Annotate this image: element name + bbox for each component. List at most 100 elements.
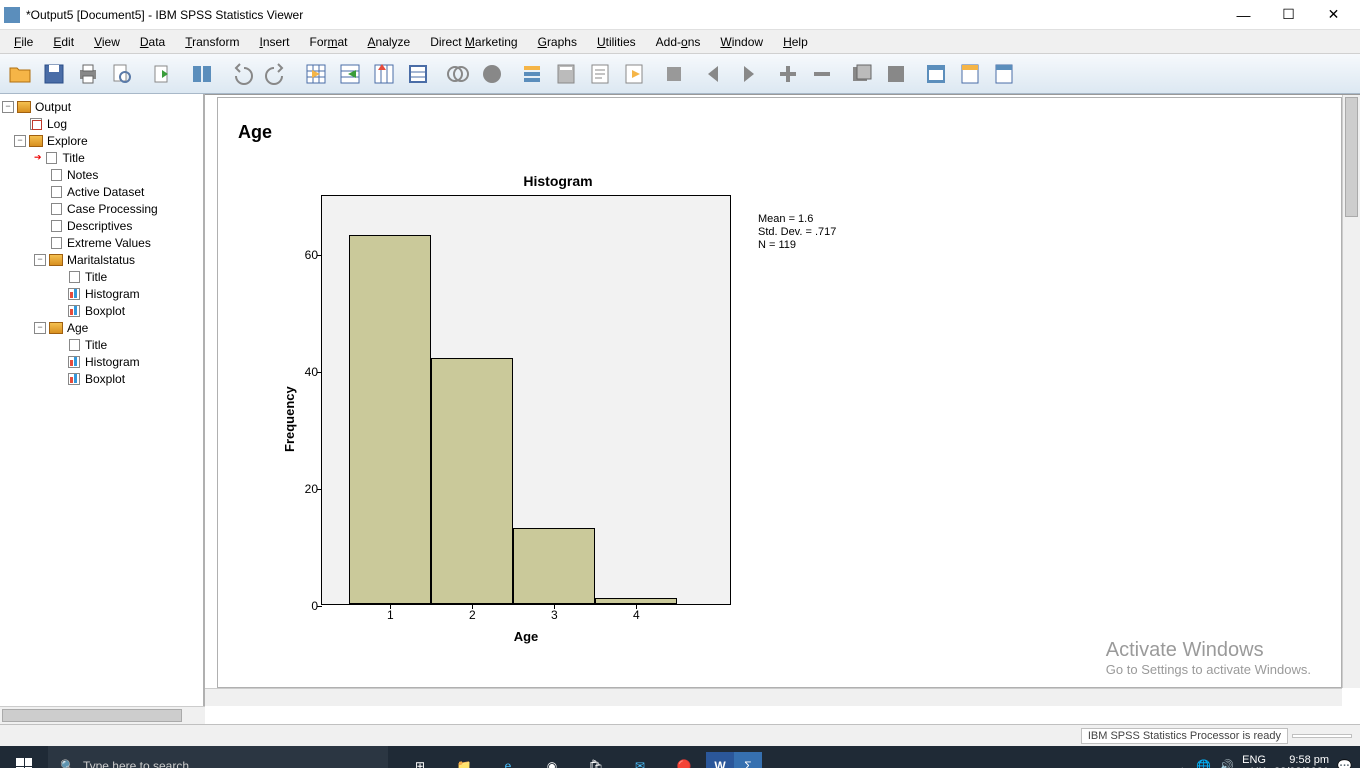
store-icon[interactable]: 🛍 bbox=[574, 746, 618, 768]
minimize-button[interactable]: ― bbox=[1221, 0, 1266, 29]
tree-explore[interactable]: −Explore bbox=[2, 132, 201, 149]
tree-marital-title[interactable]: Title bbox=[2, 268, 201, 285]
arrow-right-icon[interactable] bbox=[732, 58, 764, 90]
close-button[interactable]: ✕ bbox=[1311, 0, 1356, 29]
designate-window-icon[interactable] bbox=[846, 58, 878, 90]
menu-insert[interactable]: Insert bbox=[249, 32, 299, 52]
tree-age-title[interactable]: Title bbox=[2, 336, 201, 353]
output-icon[interactable] bbox=[988, 58, 1020, 90]
menu-view[interactable]: View bbox=[84, 32, 130, 52]
tree-marital-boxplot[interactable]: Boxplot bbox=[2, 302, 201, 319]
tree-age[interactable]: −Age bbox=[2, 319, 201, 336]
run-icon[interactable] bbox=[618, 58, 650, 90]
titlebar: *Output5 [Document5] - IBM SPSS Statisti… bbox=[0, 0, 1360, 30]
menu-utilities[interactable]: Utilities bbox=[587, 32, 646, 52]
goto-variable-icon[interactable] bbox=[368, 58, 400, 90]
tray-chevron-icon[interactable]: ︿ bbox=[1176, 758, 1188, 768]
associate-icon[interactable] bbox=[880, 58, 912, 90]
menu-edit[interactable]: Edit bbox=[43, 32, 84, 52]
tree-explore-caseprocessing[interactable]: Case Processing bbox=[2, 200, 201, 217]
tree-explore-activedataset[interactable]: Active Dataset bbox=[2, 183, 201, 200]
task-view-icon[interactable]: ⊞ bbox=[398, 746, 442, 768]
main-area: −Output Log −Explore ➔Title Notes Active… bbox=[0, 94, 1360, 706]
menu-help[interactable]: Help bbox=[773, 32, 818, 52]
edge-icon[interactable]: e bbox=[486, 746, 530, 768]
mail-icon[interactable]: ✉ bbox=[618, 746, 662, 768]
minus-icon[interactable] bbox=[806, 58, 838, 90]
goto-case-icon[interactable] bbox=[334, 58, 366, 90]
export-icon[interactable] bbox=[146, 58, 178, 90]
windows-taskbar: 🔍 Type here to search ⊞ 📁 e ◉ 🛍 ✉ 🔴 W Σ … bbox=[0, 746, 1360, 768]
syntax-icon[interactable] bbox=[954, 58, 986, 90]
app1-icon[interactable]: 🔴 bbox=[662, 746, 706, 768]
output-page[interactable]: Age Histogram Frequency 12340204060 Age … bbox=[217, 97, 1342, 688]
notifications-icon[interactable]: 💬 bbox=[1337, 759, 1352, 768]
tree-age-histogram[interactable]: Histogram bbox=[2, 353, 201, 370]
menu-direct-marketing[interactable]: Direct Marketing bbox=[420, 32, 527, 52]
word-icon[interactable]: W bbox=[706, 752, 734, 768]
insert-text-icon[interactable] bbox=[584, 58, 616, 90]
goto-data-icon[interactable] bbox=[300, 58, 332, 90]
x-axis-label: Age bbox=[321, 629, 731, 644]
tree-explore-title[interactable]: ➔Title bbox=[2, 149, 201, 166]
tree-maritalstatus[interactable]: −Maritalstatus bbox=[2, 251, 201, 268]
menu-format[interactable]: Format bbox=[300, 32, 358, 52]
network-icon[interactable]: 🌐 bbox=[1196, 759, 1211, 768]
preview-icon[interactable] bbox=[106, 58, 138, 90]
search-placeholder: Type here to search bbox=[83, 759, 189, 768]
open-icon[interactable] bbox=[4, 58, 36, 90]
tree-age-boxplot[interactable]: Boxplot bbox=[2, 370, 201, 387]
arrow-left-icon[interactable] bbox=[698, 58, 730, 90]
menu-transform[interactable]: Transform bbox=[175, 32, 249, 52]
taskbar-search[interactable]: 🔍 Type here to search bbox=[48, 746, 388, 768]
statusbar: IBM SPSS Statistics Processor is ready bbox=[0, 724, 1360, 746]
chrome-icon[interactable]: ◉ bbox=[530, 746, 574, 768]
variables-icon[interactable] bbox=[402, 58, 434, 90]
weight-icon[interactable] bbox=[476, 58, 508, 90]
tree-explore-notes[interactable]: Notes bbox=[2, 166, 201, 183]
tree-log[interactable]: Log bbox=[2, 115, 201, 132]
tree-output[interactable]: −Output bbox=[2, 98, 201, 115]
status-unicode bbox=[1292, 734, 1352, 738]
tray-clock[interactable]: 9:58 pm22/08/2021 bbox=[1274, 754, 1329, 768]
horizontal-scrollbar-sidebar[interactable] bbox=[0, 706, 205, 724]
select-cases-icon[interactable] bbox=[442, 58, 474, 90]
section-title: Age bbox=[238, 122, 1321, 143]
tray-lang[interactable]: ENGUK bbox=[1242, 754, 1266, 768]
maximize-button[interactable]: ☐ bbox=[1266, 0, 1311, 29]
save-icon[interactable] bbox=[38, 58, 70, 90]
volume-icon[interactable]: 🔊 bbox=[1219, 759, 1234, 768]
outline-tree[interactable]: −Output Log −Explore ➔Title Notes Active… bbox=[0, 94, 205, 706]
stop-icon[interactable] bbox=[658, 58, 690, 90]
menu-file[interactable]: File bbox=[4, 32, 43, 52]
undo-icon[interactable] bbox=[226, 58, 258, 90]
window-controls: ― ☐ ✕ bbox=[1221, 0, 1356, 29]
menu-window[interactable]: Window bbox=[710, 32, 773, 52]
tree-explore-descriptives[interactable]: Descriptives bbox=[2, 217, 201, 234]
chart-title: Histogram bbox=[278, 173, 838, 189]
dialog-recall-icon[interactable] bbox=[186, 58, 218, 90]
redo-icon[interactable] bbox=[260, 58, 292, 90]
tree-explore-extremevalues[interactable]: Extreme Values bbox=[2, 234, 201, 251]
windows-watermark: Activate Windows Go to Settings to activ… bbox=[1106, 639, 1311, 677]
horizontal-scrollbar-content[interactable] bbox=[205, 688, 1342, 706]
bar-2 bbox=[431, 358, 513, 604]
start-button[interactable] bbox=[0, 746, 48, 768]
menu-data[interactable]: Data bbox=[130, 32, 175, 52]
menu-analyze[interactable]: Analyze bbox=[358, 32, 421, 52]
viewer-content: Age Histogram Frequency 12340204060 Age … bbox=[205, 94, 1360, 706]
spss-icon[interactable]: Σ bbox=[734, 752, 762, 768]
file-explorer-icon[interactable]: 📁 bbox=[442, 746, 486, 768]
script-icon[interactable] bbox=[920, 58, 952, 90]
insert-heading-icon[interactable] bbox=[516, 58, 548, 90]
toolbar bbox=[0, 54, 1360, 94]
histogram-chart[interactable]: Histogram Frequency 12340204060 Age Mean… bbox=[278, 173, 838, 688]
system-tray: ︿ 🌐 🔊 ENGUK 9:58 pm22/08/2021 💬 bbox=[1168, 754, 1360, 768]
tree-marital-histogram[interactable]: Histogram bbox=[2, 285, 201, 302]
menu-add-ons[interactable]: Add-ons bbox=[646, 32, 711, 52]
vertical-scrollbar[interactable] bbox=[1342, 95, 1360, 688]
insert-title-icon[interactable] bbox=[550, 58, 582, 90]
menu-graphs[interactable]: Graphs bbox=[528, 32, 587, 52]
print-icon[interactable] bbox=[72, 58, 104, 90]
plus-icon[interactable] bbox=[772, 58, 804, 90]
